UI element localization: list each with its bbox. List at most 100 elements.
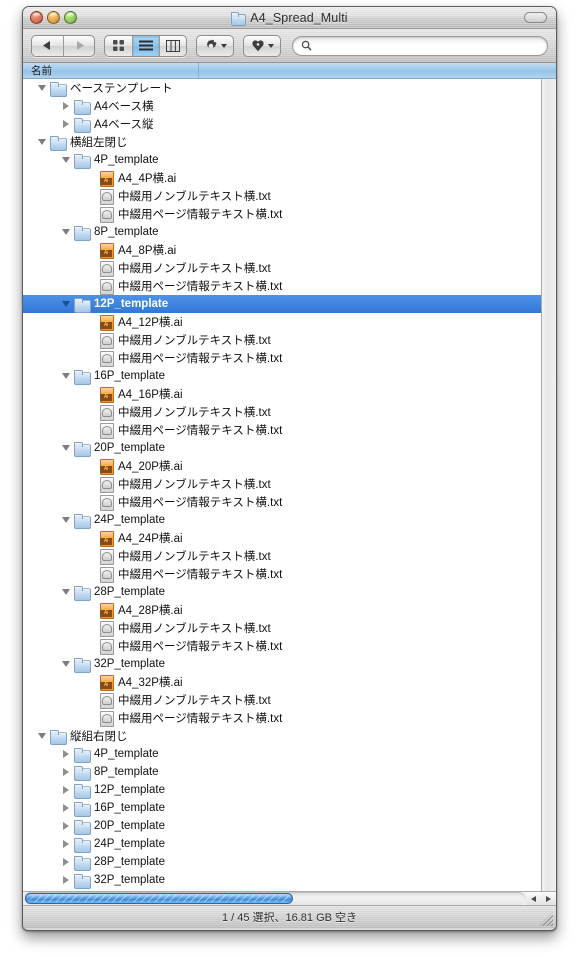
- list-item[interactable]: A4_24P横.ai: [23, 529, 541, 547]
- list-item[interactable]: 16P_template: [23, 367, 541, 385]
- list-item-label: 20P_template: [94, 820, 165, 832]
- list-item[interactable]: 4P_template: [23, 151, 541, 169]
- list-item[interactable]: 20P_template: [23, 439, 541, 457]
- disclosure-triangle-expanded-icon[interactable]: [35, 133, 48, 151]
- burn-menu-button[interactable]: [243, 34, 281, 57]
- list-item[interactable]: 16P_template: [23, 799, 541, 817]
- list-item[interactable]: 24P_template: [23, 835, 541, 853]
- disclosure-triangle-expanded-icon[interactable]: [59, 655, 72, 673]
- list-item[interactable]: 中綴用ページ情報テキスト横.txt: [23, 349, 541, 367]
- list-item[interactable]: A4_16P横.ai: [23, 385, 541, 403]
- list-item[interactable]: 20P_template: [23, 817, 541, 835]
- disclosure-triangle-collapsed-icon[interactable]: [59, 817, 72, 835]
- search-input[interactable]: [317, 39, 539, 52]
- list-item[interactable]: A4ベース横: [23, 97, 541, 115]
- forward-button[interactable]: [63, 35, 94, 56]
- disclosure-triangle-expanded-icon[interactable]: [35, 727, 48, 745]
- list-item[interactable]: 12P_template: [23, 295, 541, 313]
- list-item[interactable]: 縦組右閉じ: [23, 727, 541, 745]
- minimize-button[interactable]: [47, 11, 60, 24]
- list-view-button[interactable]: [132, 35, 159, 56]
- list-item[interactable]: A4_12P横.ai: [23, 313, 541, 331]
- search-field[interactable]: [292, 35, 548, 56]
- disclosure-triangle-collapsed-icon[interactable]: [59, 871, 72, 889]
- list-item[interactable]: 横組左閉じ: [23, 133, 541, 151]
- list-item[interactable]: ベーステンプレート: [23, 79, 541, 97]
- horizontal-scroll-track[interactable]: [24, 892, 525, 905]
- disclosure-triangle-expanded-icon[interactable]: [35, 79, 48, 97]
- vertical-scrollbar[interactable]: [541, 79, 556, 891]
- back-button[interactable]: [32, 36, 63, 56]
- disclosure-triangle-collapsed-icon[interactable]: [59, 115, 72, 133]
- window-controls: [30, 11, 77, 24]
- list-item[interactable]: 中綴用ページ情報テキスト横.txt: [23, 277, 541, 295]
- list-item[interactable]: 中綴用ノンブルテキスト横.txt: [23, 187, 541, 205]
- disclosure-triangle-collapsed-icon[interactable]: [59, 763, 72, 781]
- list-item[interactable]: A4_4P横.ai: [23, 169, 541, 187]
- disclosure-triangle-collapsed-icon[interactable]: [59, 745, 72, 763]
- disclosure-triangle-expanded-icon[interactable]: [59, 151, 72, 169]
- list-item[interactable]: 中綴用ノンブルテキスト横.txt: [23, 475, 541, 493]
- disclosure-triangle-expanded-icon[interactable]: [59, 295, 72, 313]
- list-item[interactable]: 24P_template: [23, 511, 541, 529]
- horizontal-scrollbar[interactable]: [23, 891, 556, 906]
- list-item[interactable]: 8P_template: [23, 763, 541, 781]
- disclosure-triangle-expanded-icon[interactable]: [59, 583, 72, 601]
- icon-view-button[interactable]: [105, 36, 132, 56]
- scroll-right-button[interactable]: [541, 892, 556, 905]
- list-item[interactable]: 中綴用ページ情報テキスト横.txt: [23, 709, 541, 727]
- list-item[interactable]: A4_8P横.ai: [23, 241, 541, 259]
- list-item[interactable]: 中綴用ノンブルテキスト横.txt: [23, 331, 541, 349]
- list-item[interactable]: 中綴用ノンブルテキスト横.txt: [23, 691, 541, 709]
- list-item[interactable]: 中綴用ページ情報テキスト横.txt: [23, 205, 541, 223]
- disclosure-triangle-collapsed-icon[interactable]: [59, 781, 72, 799]
- list-item[interactable]: A4ベース縦: [23, 115, 541, 133]
- list-item[interactable]: 28P_template: [23, 583, 541, 601]
- back-arrow-icon: [43, 41, 50, 50]
- list-item[interactable]: A4_28P横.ai: [23, 601, 541, 619]
- disclosure-triangle-collapsed-icon[interactable]: [59, 97, 72, 115]
- folder-icon: [74, 152, 91, 169]
- disclosure-spacer: [83, 709, 96, 727]
- disclosure-triangle-collapsed-icon[interactable]: [59, 853, 72, 871]
- list-item[interactable]: 中綴用ページ情報テキスト横.txt: [23, 565, 541, 583]
- list-item[interactable]: 4P_template: [23, 745, 541, 763]
- column-view-button[interactable]: [159, 35, 186, 56]
- list-item[interactable]: 中綴用ページ情報テキスト横.txt: [23, 421, 541, 439]
- text-file-icon: [98, 350, 114, 367]
- list-item[interactable]: 8P_template: [23, 223, 541, 241]
- disclosure-triangle-collapsed-icon[interactable]: [59, 799, 72, 817]
- list-item[interactable]: 12P_template: [23, 781, 541, 799]
- close-button[interactable]: [30, 11, 43, 24]
- disclosure-triangle-expanded-icon[interactable]: [59, 511, 72, 529]
- column-header-blank[interactable]: [199, 63, 556, 78]
- list-item-label: 中綴用ページ情報テキスト横.txt: [118, 425, 283, 437]
- column-header-name[interactable]: 名前: [23, 63, 199, 78]
- toolbar-toggle-button[interactable]: [524, 12, 547, 23]
- list-item[interactable]: 中綴用ノンブルテキスト横.txt: [23, 547, 541, 565]
- folder-icon: [74, 800, 91, 817]
- list-item[interactable]: 中綴用ノンブルテキスト横.txt: [23, 259, 541, 277]
- scroll-left-button[interactable]: [526, 892, 541, 905]
- burn-icon: [252, 39, 264, 51]
- text-file-icon: [98, 278, 114, 295]
- list-item[interactable]: 中綴用ノンブルテキスト横.txt: [23, 403, 541, 421]
- disclosure-triangle-collapsed-icon[interactable]: [59, 835, 72, 853]
- list-item[interactable]: 中綴用ノンブルテキスト横.txt: [23, 619, 541, 637]
- disclosure-triangle-expanded-icon[interactable]: [59, 439, 72, 457]
- list-item[interactable]: 中綴用ページ情報テキスト横.txt: [23, 637, 541, 655]
- list-item[interactable]: 28P_template: [23, 853, 541, 871]
- zoom-button[interactable]: [64, 11, 77, 24]
- list-item[interactable]: A4_20P横.ai: [23, 457, 541, 475]
- file-list[interactable]: ベーステンプレート A4ベース横 A4ベース縦横組左閉じ 4P_template A4_…: [23, 79, 541, 891]
- disclosure-triangle-expanded-icon[interactable]: [59, 367, 72, 385]
- horizontal-scroll-thumb[interactable]: [25, 893, 293, 904]
- action-menu-button[interactable]: [196, 34, 234, 57]
- list-item[interactable]: 32P_template: [23, 655, 541, 673]
- list-item-label: 16P_template: [94, 370, 165, 382]
- disclosure-triangle-expanded-icon[interactable]: [59, 223, 72, 241]
- list-item[interactable]: 中綴用ページ情報テキスト横.txt: [23, 493, 541, 511]
- resize-grip[interactable]: [539, 912, 553, 926]
- list-item[interactable]: A4_32P横.ai: [23, 673, 541, 691]
- list-item[interactable]: 32P_template: [23, 871, 541, 889]
